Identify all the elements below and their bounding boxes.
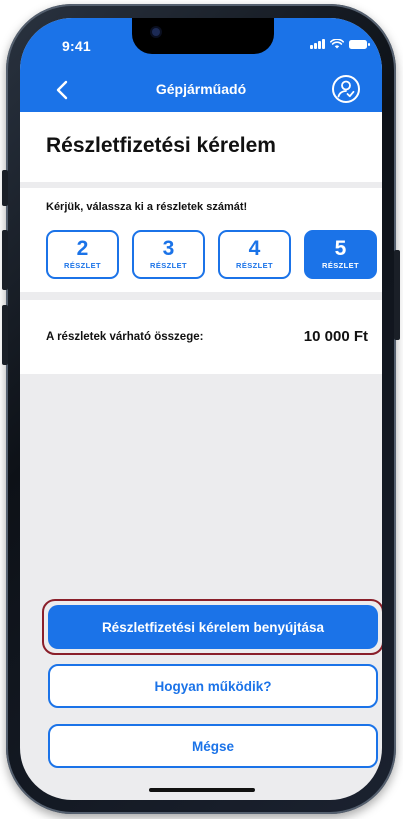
nav-title: Gépjárműadó [155, 81, 247, 97]
installment-option-3[interactable]: 3 RÉSZLET [132, 230, 205, 279]
option-number: 3 [162, 237, 175, 260]
amount-section: A részletek várható összege: 10 000 Ft [20, 300, 382, 374]
notch [132, 18, 274, 54]
battery-icon [348, 39, 370, 49]
status-time: 9:41 [62, 38, 91, 54]
app-screen: 9:41 Gépjárműadó Részletfizetési kérelem… [20, 18, 382, 800]
submit-request-button[interactable]: Részletfizetési kérelem benyújtása [48, 605, 378, 649]
wifi-icon [329, 39, 344, 49]
volume-down-button [2, 305, 8, 365]
user-check-icon [337, 80, 355, 98]
installment-option-4[interactable]: 4 RÉSZLET [218, 230, 291, 279]
page-title: Részletfizetési kérelem [46, 134, 276, 157]
profile-button[interactable] [332, 75, 360, 103]
home-indicator[interactable] [149, 788, 255, 792]
option-label: RÉSZLET [64, 261, 101, 270]
option-label: RÉSZLET [150, 261, 187, 270]
option-number: 4 [248, 237, 261, 260]
option-number: 5 [334, 237, 347, 260]
status-icons [310, 39, 370, 49]
signal-icon [310, 39, 325, 49]
camera-icon [152, 28, 160, 36]
installment-selector: Kérjük, válassza ki a részletek számát! … [20, 188, 382, 292]
title-section: Részletfizetési kérelem [20, 112, 382, 182]
installment-prompt: Kérjük, válassza ki a részletek számát! [46, 201, 248, 213]
option-label: RÉSZLET [236, 261, 273, 270]
volume-up-button [2, 230, 8, 290]
cancel-button[interactable]: Mégse [48, 724, 378, 768]
nav-bar: Gépjárműadó [20, 68, 382, 112]
status-bar: 9:41 [20, 18, 382, 68]
mute-switch [2, 170, 8, 206]
installment-options: 2 RÉSZLET 3 RÉSZLET 4 RÉSZLET 5 RÉSZLET [46, 230, 377, 279]
option-label: RÉSZLET [322, 261, 359, 270]
how-it-works-button[interactable]: Hogyan működik? [48, 664, 378, 708]
option-number: 2 [76, 237, 89, 260]
amount-label: A részletek várható összege: [46, 331, 204, 343]
amount-value: 10 000 Ft [303, 328, 368, 345]
installment-option-2[interactable]: 2 RÉSZLET [46, 230, 119, 279]
installment-option-5[interactable]: 5 RÉSZLET [304, 230, 377, 279]
power-button [394, 250, 400, 340]
